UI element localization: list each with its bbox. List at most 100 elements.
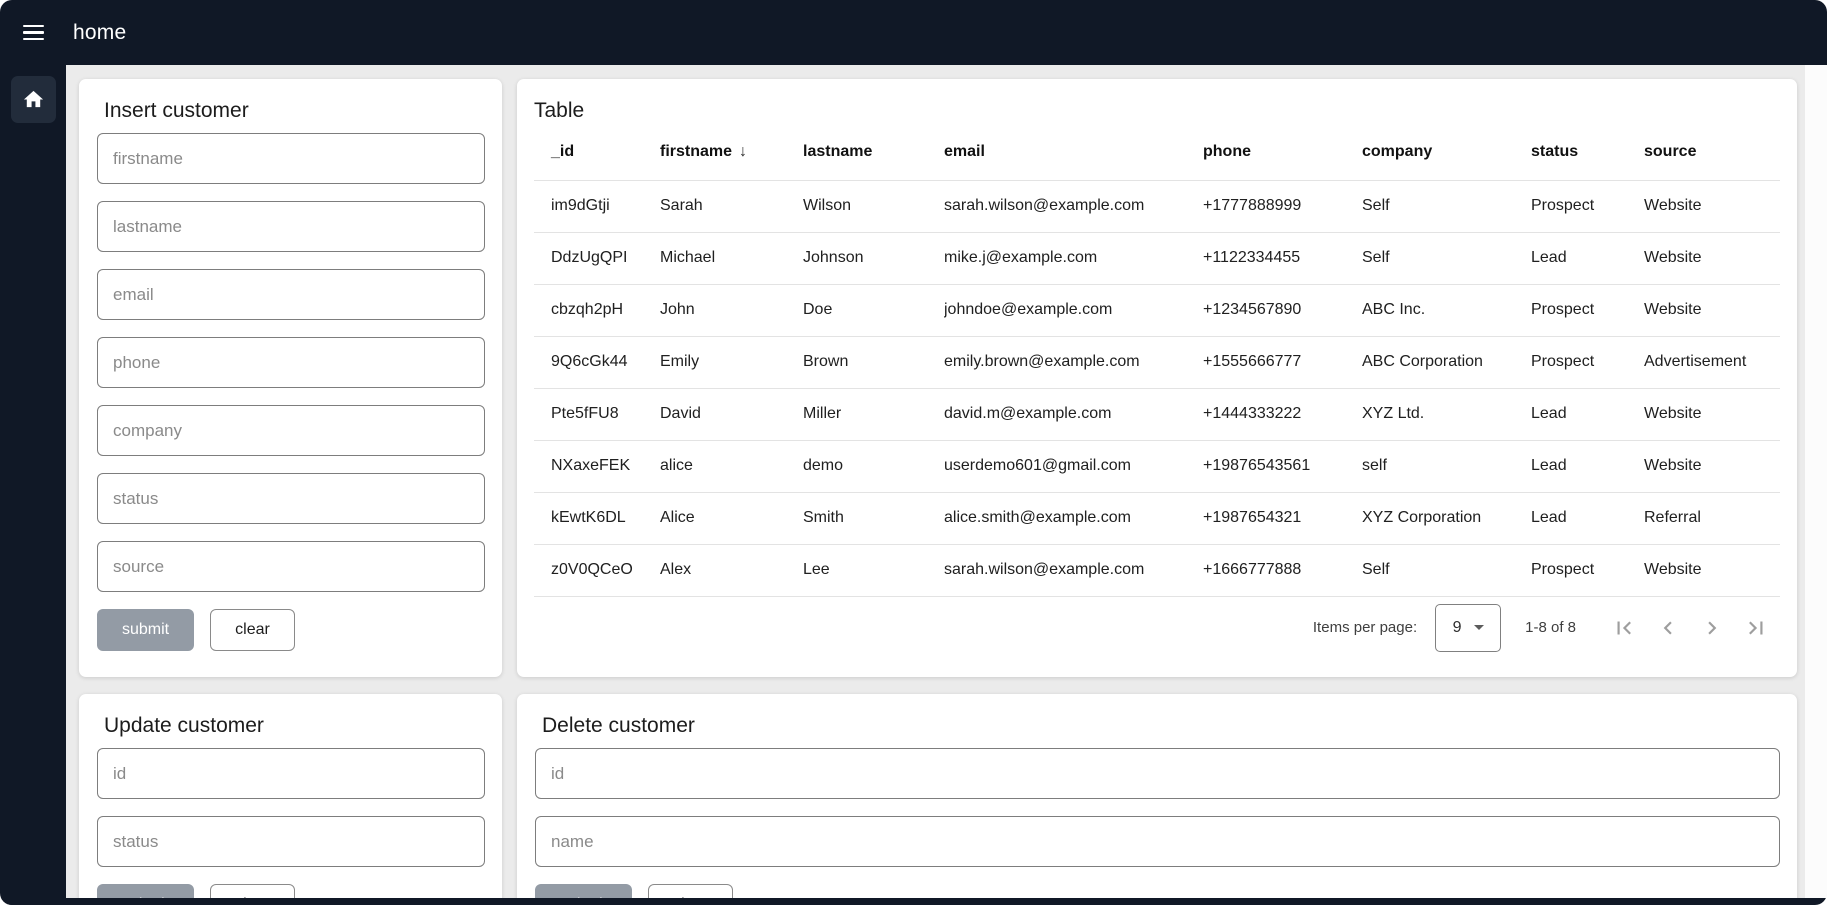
update-customer-fields: [97, 748, 485, 867]
cell-phone: +1987654321: [1203, 492, 1362, 544]
table-header-row: _idfirstname↓lastnameemailphonecompanyst…: [534, 125, 1780, 180]
cell-company: XYZ Corporation: [1362, 492, 1531, 544]
cell-phone: +1444333222: [1203, 388, 1362, 440]
items-per-page-select[interactable]: 9: [1435, 604, 1501, 652]
cell-id: Pte5fFU8: [534, 388, 660, 440]
delete-customer-title: Delete customer: [542, 714, 1780, 738]
last-page-button[interactable]: [1734, 608, 1778, 648]
cell-company: XYZ Ltd.: [1362, 388, 1531, 440]
insert-lastname-input[interactable]: [97, 201, 485, 252]
next-page-button[interactable]: [1690, 608, 1734, 648]
cell-firstname: John: [660, 284, 803, 336]
insert-email-input[interactable]: [97, 269, 485, 320]
last-page-icon: [1743, 615, 1769, 641]
scrollbar-track[interactable]: [1805, 65, 1827, 905]
update-status-input[interactable]: [97, 816, 485, 867]
insert-phone-input[interactable]: [97, 337, 485, 388]
cell-firstname: alice: [660, 440, 803, 492]
cell-firstname: Michael: [660, 232, 803, 284]
items-per-page-value: 9: [1453, 619, 1462, 637]
column-header-source[interactable]: source: [1644, 125, 1780, 180]
insert-company-input[interactable]: [97, 405, 485, 456]
cell-source: Referral: [1644, 492, 1780, 544]
cell-source: Website: [1644, 440, 1780, 492]
table-row[interactable]: NXaxeFEKalicedemouserdemo601@gmail.com+1…: [534, 440, 1780, 492]
customers-table: _idfirstname↓lastnameemailphonecompanyst…: [534, 125, 1780, 597]
cell-source: Website: [1644, 388, 1780, 440]
home-icon: [22, 88, 45, 111]
table-row[interactable]: kEwtK6DLAliceSmithalice.smith@example.co…: [534, 492, 1780, 544]
cell-id: z0V0QCeO: [534, 544, 660, 596]
cell-lastname: Smith: [803, 492, 944, 544]
cell-status: Lead: [1531, 232, 1644, 284]
column-header-email[interactable]: email: [944, 125, 1203, 180]
insert-clear-button[interactable]: clear: [210, 609, 295, 651]
cell-phone: +1555666777: [1203, 336, 1362, 388]
first-page-icon: [1611, 615, 1637, 641]
cell-lastname: Brown: [803, 336, 944, 388]
cell-status: Prospect: [1531, 180, 1644, 232]
cell-email: mike.j@example.com: [944, 232, 1203, 284]
chevron-down-icon: [1474, 625, 1484, 630]
cell-status: Lead: [1531, 492, 1644, 544]
cell-status: Prospect: [1531, 544, 1644, 596]
cell-phone: +19876543561: [1203, 440, 1362, 492]
column-header-id[interactable]: _id: [534, 125, 660, 180]
cell-phone: +1122334455: [1203, 232, 1362, 284]
first-page-button[interactable]: [1602, 608, 1646, 648]
column-header-company[interactable]: company: [1362, 125, 1531, 180]
cell-status: Lead: [1531, 440, 1644, 492]
table-row[interactable]: 9Q6cGk44EmilyBrownemily.brown@example.co…: [534, 336, 1780, 388]
cell-firstname: Alice: [660, 492, 803, 544]
cell-email: johndoe@example.com: [944, 284, 1203, 336]
column-header-status[interactable]: status: [1531, 125, 1644, 180]
chevron-right-icon: [1699, 615, 1725, 641]
chevron-left-icon: [1655, 615, 1681, 641]
hamburger-bar: [23, 31, 44, 34]
cell-lastname: Lee: [803, 544, 944, 596]
cell-phone: +1234567890: [1203, 284, 1362, 336]
table-row[interactable]: Pte5fFU8DavidMillerdavid.m@example.com+1…: [534, 388, 1780, 440]
table-row[interactable]: cbzqh2pHJohnDoejohndoe@example.com+12345…: [534, 284, 1780, 336]
cell-source: Website: [1644, 180, 1780, 232]
previous-page-button[interactable]: [1646, 608, 1690, 648]
table-row[interactable]: DdzUgQPIMichaelJohnsonmike.j@example.com…: [534, 232, 1780, 284]
cell-status: Prospect: [1531, 336, 1644, 388]
cell-id: NXaxeFEK: [534, 440, 660, 492]
insert-status-input[interactable]: [97, 473, 485, 524]
hamburger-bar: [23, 38, 44, 41]
sidebar-item-home[interactable]: [11, 76, 56, 123]
cell-company: ABC Inc.: [1362, 284, 1531, 336]
cell-firstname: Emily: [660, 336, 803, 388]
items-per-page-label: Items per page:: [1313, 619, 1417, 636]
hamburger-menu-icon[interactable]: [0, 25, 66, 41]
column-header-lastname[interactable]: lastname: [803, 125, 944, 180]
hamburger-bar: [23, 25, 44, 28]
column-header-firstname[interactable]: firstname↓: [660, 125, 803, 180]
table-row[interactable]: im9dGtjiSarahWilsonsarah.wilson@example.…: [534, 180, 1780, 232]
cell-firstname: Alex: [660, 544, 803, 596]
insert-firstname-input[interactable]: [97, 133, 485, 184]
table-title: Table: [534, 99, 1780, 123]
cell-phone: +1666777888: [1203, 544, 1362, 596]
cell-lastname: demo: [803, 440, 944, 492]
paginator-range-label: 1-8 of 8: [1525, 619, 1576, 636]
column-header-phone[interactable]: phone: [1203, 125, 1362, 180]
insert-submit-button[interactable]: submit: [97, 609, 194, 651]
update-id-input[interactable]: [97, 748, 485, 799]
table-row[interactable]: z0V0QCeOAlexLeesarah.wilson@example.com+…: [534, 544, 1780, 596]
delete-customer-card: Delete customer submit clear: [517, 694, 1797, 905]
page-title: home: [73, 21, 126, 45]
sidebar: [0, 65, 66, 905]
cell-email: sarah.wilson@example.com: [944, 180, 1203, 232]
insert-source-input[interactable]: [97, 541, 485, 592]
delete-id-input[interactable]: [535, 748, 1780, 799]
cell-source: Website: [1644, 284, 1780, 336]
update-customer-title: Update customer: [104, 714, 485, 738]
cell-source: Website: [1644, 232, 1780, 284]
cell-lastname: Johnson: [803, 232, 944, 284]
cell-company: self: [1362, 440, 1531, 492]
insert-customer-fields: [97, 133, 485, 592]
delete-name-input[interactable]: [535, 816, 1780, 867]
cell-email: emily.brown@example.com: [944, 336, 1203, 388]
